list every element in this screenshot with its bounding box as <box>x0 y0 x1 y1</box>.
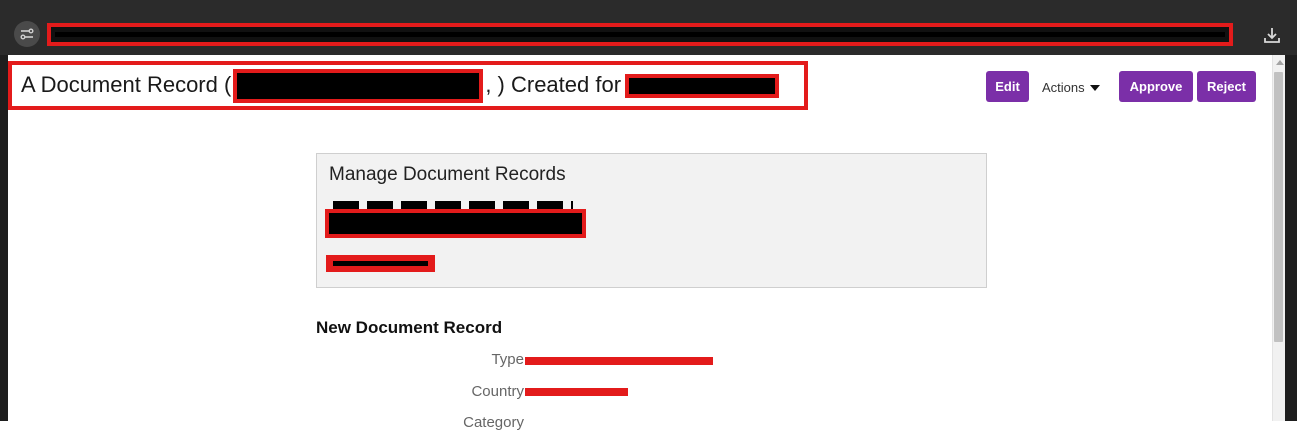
person-name-redaction <box>625 74 780 98</box>
field-label-country: Country <box>471 383 524 400</box>
document-type-redaction <box>233 69 484 103</box>
field-value-type-redaction <box>525 357 713 365</box>
person-id-redaction <box>326 255 435 272</box>
field-row-type: Type <box>316 351 816 373</box>
scrollbar-thumb[interactable] <box>1274 72 1283 342</box>
tune-icon[interactable] <box>14 21 40 47</box>
edit-button[interactable]: Edit <box>986 71 1029 102</box>
download-icon[interactable] <box>1259 22 1285 48</box>
field-row-country: Country <box>316 383 816 405</box>
window-border-left <box>0 55 8 421</box>
window-border-right <box>1285 55 1297 421</box>
field-value-country-redaction <box>525 388 628 396</box>
actions-menu[interactable]: Actions <box>1042 78 1100 96</box>
field-label-type: Type <box>491 351 524 368</box>
page-title-middle: , ) Created for <box>485 72 622 97</box>
reject-button[interactable]: Reject <box>1197 71 1256 102</box>
page-title: A Document Record ( , ) Created for <box>21 69 780 103</box>
approve-button[interactable]: Approve <box>1119 71 1193 102</box>
caret-down-icon <box>1089 85 1100 91</box>
field-row-category: Category <box>316 414 816 436</box>
viewer-toolbar <box>0 0 1297 55</box>
field-label-category: Category <box>463 414 524 431</box>
address-bar-redaction[interactable] <box>47 23 1233 46</box>
page-title-prefix: A Document Record ( <box>21 72 232 97</box>
person-full-name-redaction <box>325 209 586 238</box>
scroll-up-arrow-icon[interactable] <box>1276 60 1284 65</box>
section-title: New Document Record <box>316 318 503 337</box>
actions-label: Actions <box>1042 79 1085 95</box>
summary-heading: Manage Document Records <box>329 164 566 185</box>
